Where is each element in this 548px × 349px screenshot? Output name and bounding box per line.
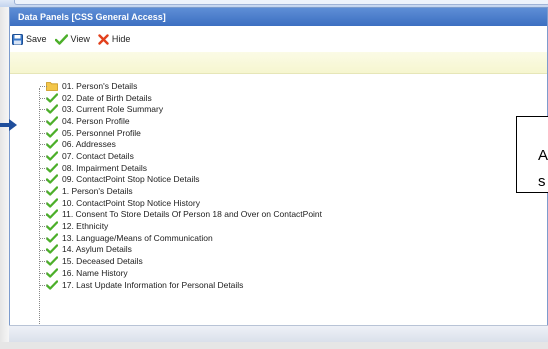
hide-button[interactable]: Hide [98, 33, 131, 45]
view-button[interactable]: View [54, 33, 90, 45]
checkmark-icon [46, 162, 58, 173]
tree-item[interactable]: 1. Person's Details [36, 185, 547, 197]
tree-item[interactable]: 16. Name History [36, 267, 547, 279]
tree-item-label: 07. Contact Details [62, 150, 134, 161]
pointer-arrow-icon [0, 119, 17, 131]
tree-item-label: 14. Asylum Details [62, 244, 132, 255]
tree-item-label: 11. Consent To Store Details Of Person 1… [62, 209, 323, 220]
tree-branch-line [40, 237, 47, 239]
tree-item[interactable]: 08. Impairment Details [36, 162, 547, 174]
tree-branch-line [40, 261, 47, 263]
tree-item[interactable]: 02. Date of Birth Details [36, 92, 547, 104]
save-button[interactable]: Save [12, 33, 47, 45]
window-top-edge [0, 0, 548, 7]
tree-item-label: 1. Person's Details [62, 186, 133, 197]
tree-item[interactable]: 15. Deceased Details [36, 255, 547, 267]
tree-item-label: 10. ContactPoint Stop Notice History [62, 197, 200, 208]
tree-item[interactable]: 13. Language/Means of Communication [36, 232, 547, 244]
folder-icon [46, 80, 58, 91]
tree-item-label: 17. Last Update Information for Personal… [62, 279, 244, 290]
tree-item-label: 06. Addresses [62, 139, 116, 150]
checkmark-icon [54, 33, 68, 45]
checkmark-icon [46, 267, 58, 278]
tree-item-label: 12. Ethnicity [62, 221, 109, 232]
checkmark-icon [46, 174, 58, 185]
tree-branch-line [40, 284, 47, 286]
tree-item-label: 02. Date of Birth Details [62, 92, 152, 103]
tree-item[interactable]: 03. Current Role Summary [36, 103, 547, 115]
checkmark-icon [46, 104, 58, 115]
left-margin [0, 7, 9, 349]
tree-item[interactable]: 09. ContactPoint Stop Notice Details [36, 174, 547, 186]
tree-item-label: 15. Deceased Details [62, 256, 143, 267]
tree-item[interactable]: 05. Personnel Profile [36, 127, 547, 139]
close-icon [98, 33, 109, 45]
panel-title: Data Panels [CSS General Access] [10, 8, 547, 26]
checkmark-icon [46, 150, 58, 161]
checkmark-icon [46, 221, 58, 232]
annotation-callout: A s [516, 116, 548, 193]
checkmark-icon [46, 139, 58, 150]
tree-item[interactable]: 14. Asylum Details [36, 244, 547, 256]
window-bottom-edge [0, 342, 548, 349]
tree-item[interactable]: 04. Person Profile [36, 115, 547, 127]
toolbar: Save View Hide [10, 26, 547, 52]
checkmark-icon [46, 279, 58, 290]
checkmark-icon [46, 127, 58, 138]
tree-item-label: 09. ContactPoint Stop Notice Details [62, 174, 200, 185]
tree-branch-line [40, 167, 47, 169]
hide-label: Hide [111, 34, 131, 44]
save-label: Save [26, 34, 47, 44]
tree-branch-line [40, 191, 47, 193]
tree-item[interactable]: 17. Last Update Information for Personal… [36, 279, 547, 291]
tree-branch-line [40, 214, 47, 216]
checkmark-icon [46, 244, 58, 255]
status-bar [9, 325, 548, 343]
tree-branch-line [40, 273, 47, 274]
data-panels-tree: 01. Person's Details 02. Date of Birth De… [10, 74, 547, 338]
tree-item-label: 08. Impairment Details [62, 162, 148, 173]
tree-branch-line [40, 202, 47, 204]
tree-item[interactable]: 11. Consent To Store Details Of Person 1… [36, 209, 547, 221]
tree-item-label: 01. Person's Details [62, 80, 138, 91]
checkmark-icon [46, 186, 58, 197]
checkmark-icon [46, 209, 58, 220]
tree-item[interactable]: 12. Ethnicity [36, 220, 547, 232]
data-panels-window: Data Panels [CSS General Access] Save Vi… [9, 7, 548, 342]
info-band [10, 52, 547, 74]
tree-item[interactable]: 07. Contact Details [36, 150, 547, 162]
tree-item[interactable]: 01. Person's Details [36, 80, 547, 92]
tree-item[interactable]: 06. Addresses [36, 138, 547, 150]
tree-item-label: 13. Language/Means of Communication [62, 232, 213, 243]
tree-branch-line [40, 97, 47, 99]
tree-branch-line [40, 226, 47, 228]
tree-item-label: 04. Person Profile [62, 115, 130, 126]
checkmark-icon [46, 232, 58, 243]
tree-item-label: 03. Current Role Summary [62, 104, 164, 115]
window-top-frame [14, 0, 548, 5]
tree-branch-line [40, 86, 47, 87]
tree-branch-line [40, 249, 47, 251]
tree-item-label: 05. Personnel Profile [62, 127, 141, 138]
tree-branch-line [40, 109, 47, 111]
callout-line-2: s [538, 173, 546, 190]
tree-item[interactable]: 10. ContactPoint Stop Notice History [36, 197, 547, 209]
callout-line-1: A [538, 147, 548, 164]
tree-branch-line [40, 132, 47, 134]
save-icon [12, 33, 23, 45]
tree-branch-line [40, 144, 47, 146]
tree-branch-line [40, 121, 47, 123]
tree-branch-line [40, 179, 47, 181]
tree-item-label: 16. Name History [62, 267, 128, 278]
checkmark-icon [46, 197, 58, 208]
checkmark-icon [46, 115, 58, 126]
view-label: View [70, 34, 90, 44]
checkmark-icon [46, 256, 58, 267]
tree-branch-line [40, 156, 47, 158]
checkmark-icon [46, 92, 58, 103]
